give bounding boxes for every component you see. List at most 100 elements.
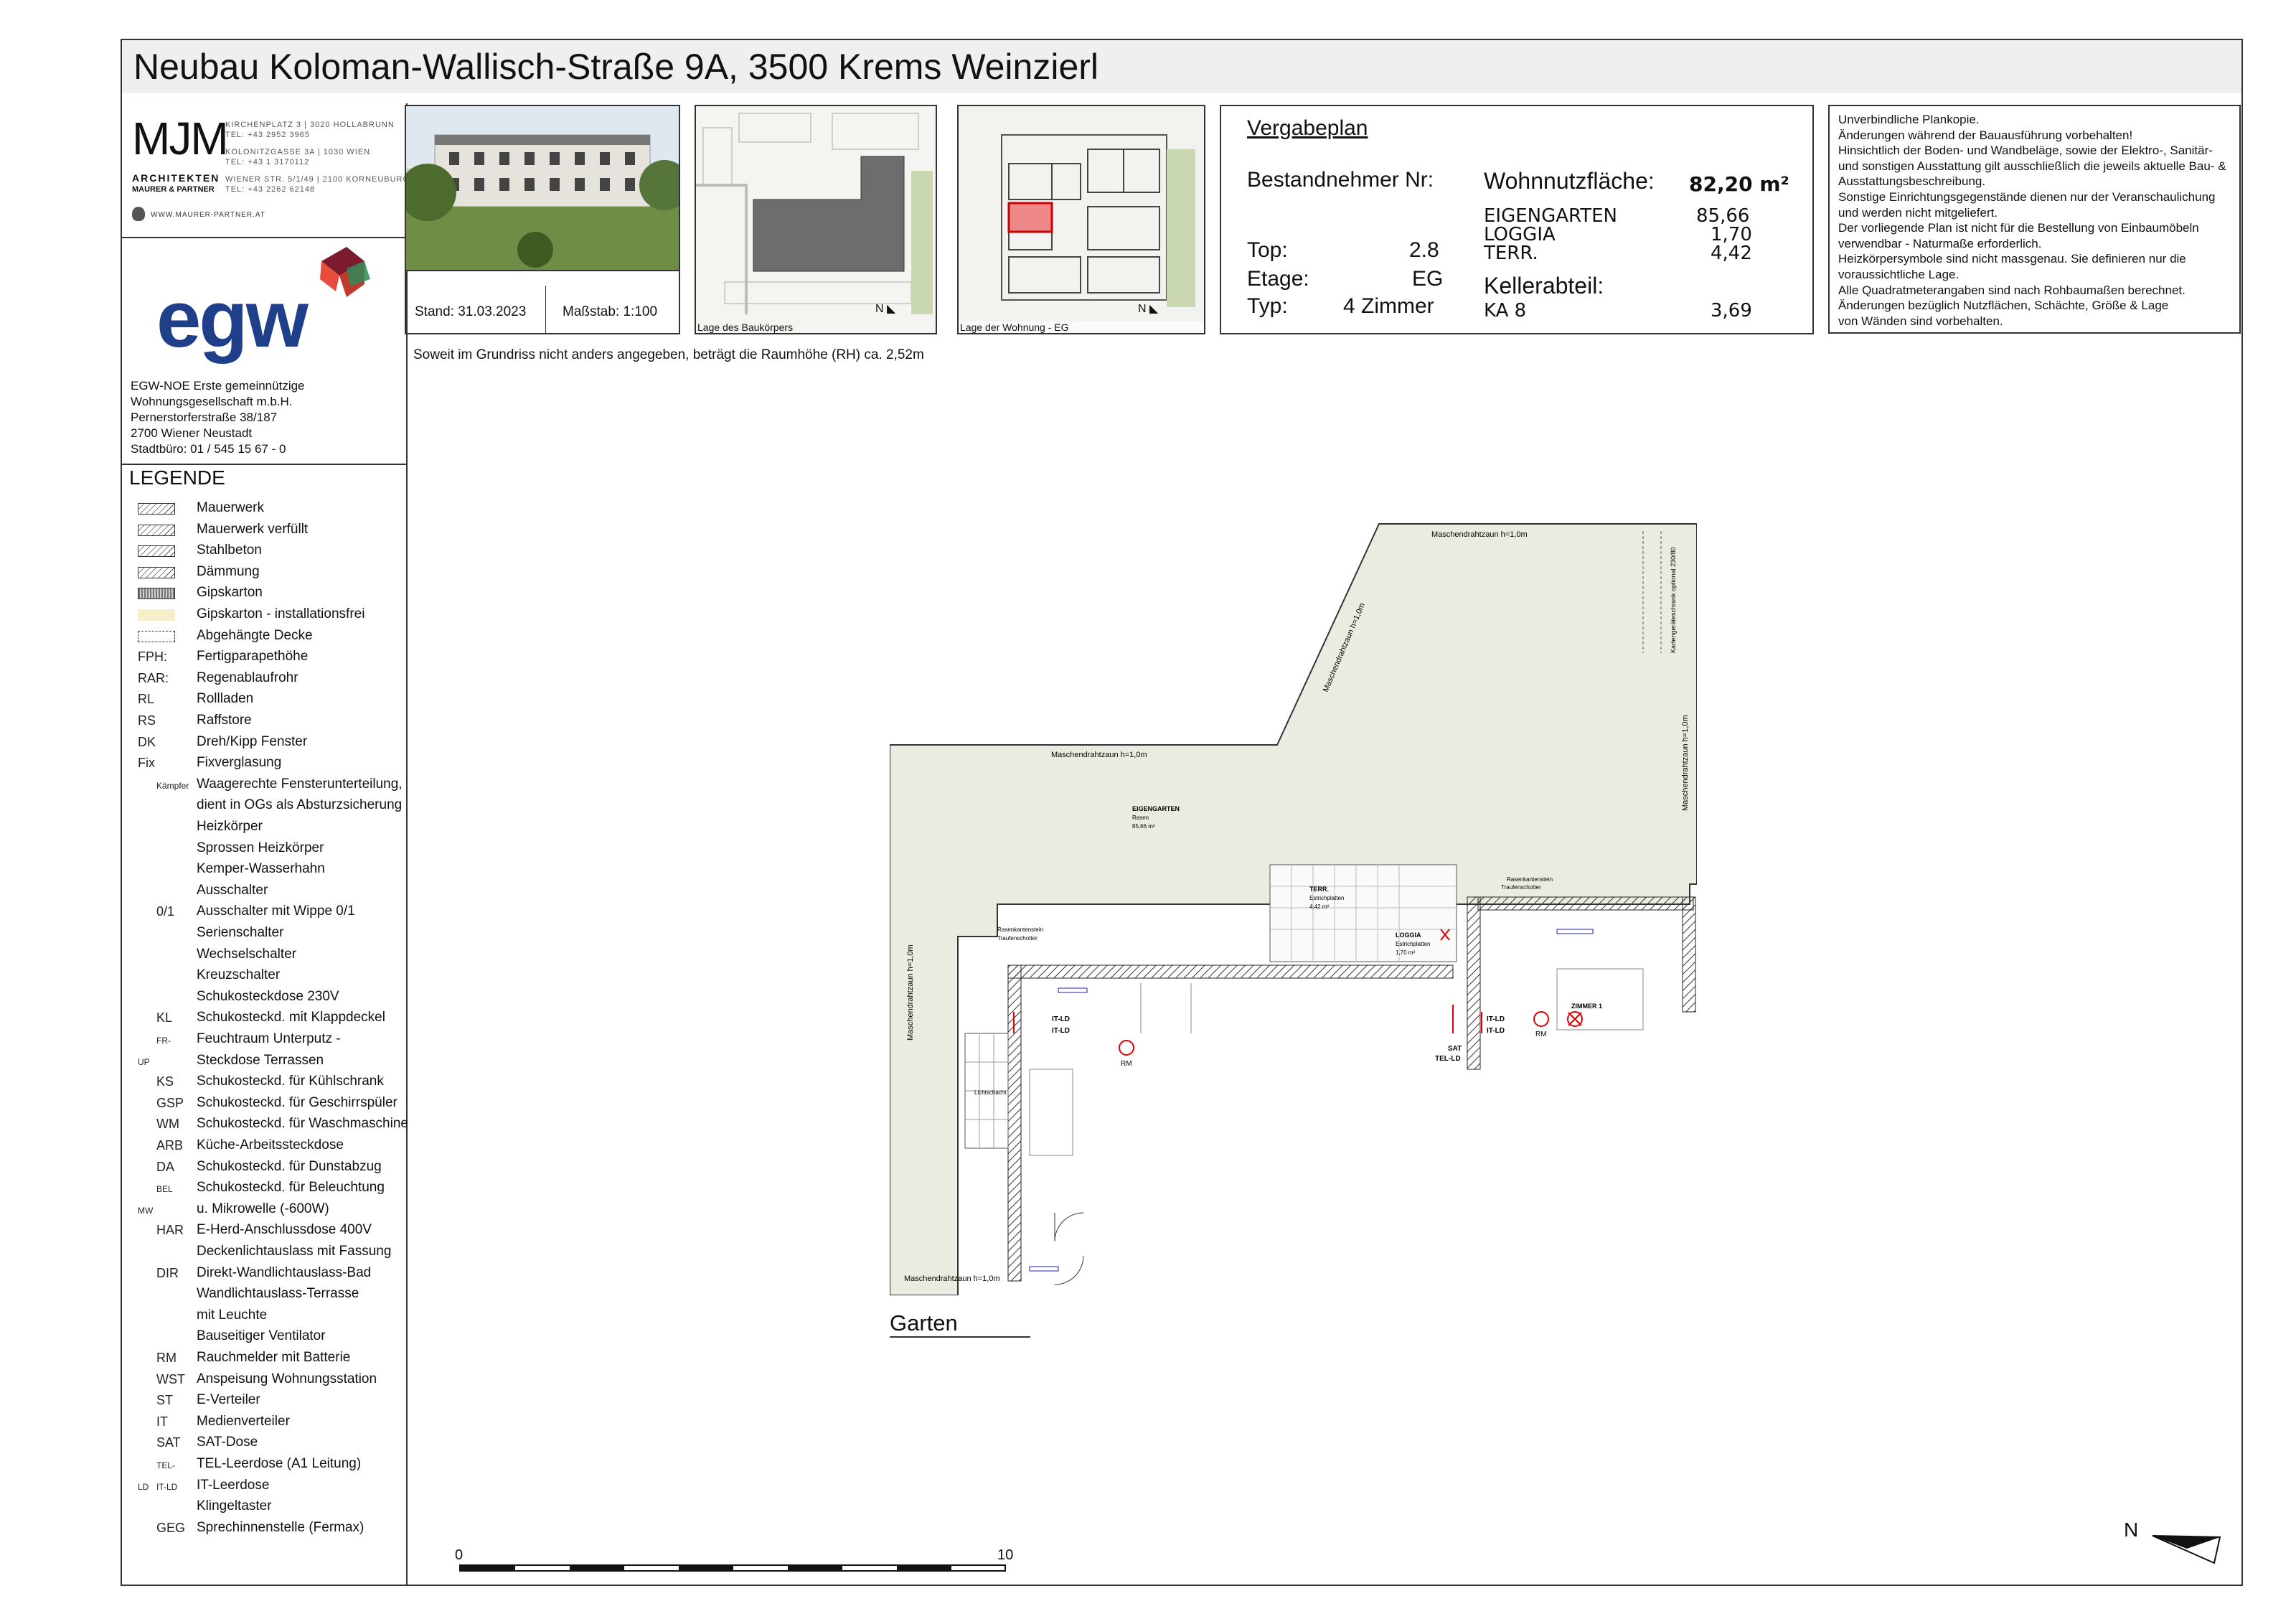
client-line-3: Pernerstorferstraße 38/187 [131, 410, 278, 424]
site-location-caption: Lage des Baukörpers [697, 321, 794, 333]
legend-label: Wandlichtauslass-Terrasse [197, 1286, 359, 1302]
legend-symbol-text: KL [156, 1010, 173, 1025]
legend-label: Gipskarton - installationsfrei [197, 606, 365, 621]
gravel-label-2: Traufenschotter [1501, 884, 1541, 891]
legend-label: Anspeisung Wohnungsstation [197, 1371, 377, 1386]
scale-bar [459, 1564, 1006, 1572]
hatch-swatch-icon [138, 609, 175, 621]
legend-row: ST E-Verteiler [138, 1390, 410, 1410]
legend-symbol-text: WM [156, 1117, 179, 1132]
note-line: und sonstigen Ausstattung gilt ausschlie… [1838, 159, 2226, 173]
top-value: 2.8 [1409, 238, 1439, 262]
note-line: Sonstige Einrichtungsgegenstände dienen … [1838, 189, 2216, 204]
date-scale-box: Stand: 31.03.2023 Maßstab: 1:100 [405, 270, 680, 334]
note-line: Unverbindliche Plankopie. [1838, 113, 1980, 126]
title-address: Koloman-Wallisch-Straße 9A, 3500 Krems W… [269, 47, 1099, 87]
legend-symbol [138, 626, 182, 646]
client-line-1: EGW-NOE Erste gemeinnützige [131, 379, 305, 393]
legend-row: DA Schukosteckd. für Dunstabzug [138, 1157, 410, 1177]
legend-label: Küche-Arbeitssteckdose [197, 1137, 344, 1153]
hatch-swatch-icon [138, 545, 175, 558]
north-arrow-small-icon-2: N ◣ [1138, 303, 1159, 315]
legend-row: WST Anspeisung Wohnungsstation [138, 1369, 410, 1389]
scale-start: 0 [455, 1547, 464, 1563]
architect-tel-3: TEL: +43 2262 62148 [225, 185, 316, 194]
legend-row: Steckdose Terrassen [138, 1051, 410, 1071]
legend-label: Serienschalter [197, 925, 284, 940]
note-line: Ausstattungsbeschreibung. [1838, 174, 1986, 189]
legend-symbol: KL [138, 1008, 182, 1028]
cellar-id: KA 8 [1484, 300, 1527, 321]
client-block: egw EGW-NOE Erste gemeinnützige Wohnungs… [122, 238, 406, 465]
legend-row: RAR: Regenablaufrohr [138, 668, 410, 688]
legend-row: 0/1 Ausschalter mit Wippe 0/1 [138, 901, 410, 921]
type-value: 4 Zimmer [1343, 294, 1434, 318]
legend-row: Heizkörper [138, 817, 410, 837]
legend-symbol [138, 1305, 182, 1325]
building-rendering [405, 105, 680, 271]
legend-label: Schukosteckd. für Kühlschrank [197, 1074, 384, 1089]
legend-symbol: TEL-LD [138, 1454, 182, 1492]
tenant-number-label: Bestandnehmer Nr: [1247, 168, 1434, 192]
legend-label: IT-Leerdose [197, 1477, 270, 1493]
legend-label: Regenablaufrohr [197, 670, 298, 685]
legend-label: Schukosteckd. für Dunstabzug [197, 1158, 382, 1174]
legend-label: Gipskarton [197, 585, 263, 601]
terrace-label: TERR. [1484, 243, 1538, 264]
site-location-drawing [696, 113, 933, 314]
floor-value: EG [1412, 267, 1444, 291]
terrace-area-label: 4,42 m² [1309, 903, 1329, 910]
legend-row: HAR E-Herd-Anschlussdose 400V [138, 1220, 410, 1240]
allocation-info-box: Vergabeplan Bestandnehmer Nr: Wohnnutzfl… [1220, 105, 1814, 334]
sat-outlet-label: SAT [1448, 1045, 1462, 1053]
it-outlet-label-3: IT-LD [1487, 1015, 1505, 1023]
legend-label: Fertigparapethöhe [197, 649, 309, 665]
smoke-detector-label: RM [1121, 1060, 1132, 1068]
legend-symbol: RM [138, 1348, 182, 1368]
legend-symbol-text: ST [156, 1393, 174, 1408]
legend-row: FPH: Fertigparapethöhe [138, 647, 410, 667]
legend-row: Mauerwerk [138, 498, 410, 518]
legend-symbol: KS [138, 1071, 182, 1092]
garden-caption: Garten [890, 1310, 958, 1336]
legend-label: Direkt-Wandlichtauslass-Bad [197, 1264, 372, 1280]
architect-address-3: WIENER STR. 5/1/49 | 2100 KORNEUBURG [225, 175, 410, 184]
site-location-plan: N ◣ Lage des Baukörpers [695, 105, 937, 334]
garden-room-label: EIGENGARTEN [1132, 805, 1180, 812]
legend-label: Waagerechte Fensterunterteilung, [197, 776, 403, 792]
legend-symbol-text: Fix [138, 756, 155, 771]
cabinet-label: Kartengeräteschrank optional 230/80 [1670, 547, 1677, 653]
legend-label: Dreh/Kipp Fenster [197, 733, 308, 749]
legend-symbol-text: FPH: [138, 649, 168, 665]
legend-row: Schukosteckdose 230V [138, 987, 410, 1007]
legend-row: Ausschalter [138, 881, 410, 901]
cellar-label: Kellerabteil: [1484, 273, 1604, 299]
legend-symbol: RAR: [138, 668, 182, 688]
legend-symbol [138, 923, 182, 943]
floor-plan: Maschendrahtzaun h=1,0m Maschendrahtzaun… [890, 523, 1697, 1295]
legend-row: RM Rauchmelder mit Batterie [138, 1348, 410, 1368]
legend-label: E-Herd-Anschlussdose 400V [197, 1222, 372, 1238]
legend-symbol [138, 881, 182, 901]
legend-symbol-text: DIR [156, 1265, 179, 1280]
fence-right-label: Maschendrahtzaun h=1,0m [1681, 715, 1690, 811]
legend-symbol: IT-LD [138, 1475, 182, 1496]
legend-label: Kreuzschalter [197, 967, 281, 983]
legend-symbol [138, 562, 182, 582]
legend-row: Stahlbeton [138, 540, 410, 560]
legend-symbol: RL [138, 689, 182, 709]
architect-tel-1: TEL: +43 2952 3965 [225, 131, 310, 139]
legend-symbol-text: IT-LD [156, 1481, 178, 1492]
legend-symbol [138, 965, 182, 985]
note-line: Alle Quadratmeterangaben sind nach Rohba… [1838, 283, 2186, 297]
legend-row: Klingeltaster [138, 1496, 410, 1516]
stand-divider [545, 286, 546, 334]
legend-symbol [138, 498, 182, 518]
legend-symbol [138, 1199, 182, 1219]
fence-top-label: Maschendrahtzaun h=1,0m [1431, 530, 1528, 539]
legend-label: Abgehängte Decke [197, 627, 313, 643]
terrace-value: 4,42 [1711, 243, 1752, 264]
legend-label: Stahlbeton [197, 543, 262, 558]
legend-row: Kreuzschalter [138, 965, 410, 985]
legend-label: Rollladen [197, 691, 254, 707]
